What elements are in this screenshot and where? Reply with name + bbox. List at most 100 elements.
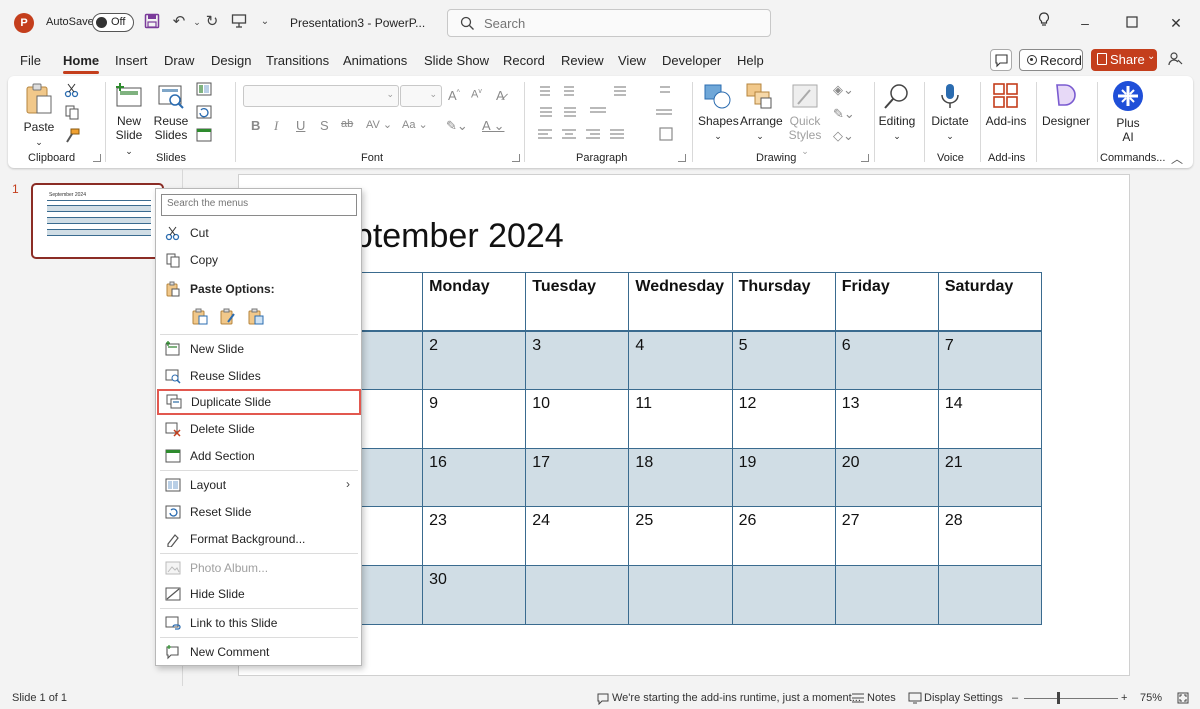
tab-design[interactable]: Design xyxy=(211,53,251,68)
menu-item-hide-slide[interactable]: Hide Slide xyxy=(156,581,361,607)
table-cell[interactable]: 23 xyxy=(422,506,527,566)
section-icon[interactable] xyxy=(196,128,212,144)
calendar-table[interactable]: day Monday Tuesday Wednesday Thursday Fr… xyxy=(318,272,1043,625)
table-cell[interactable] xyxy=(731,564,836,625)
paste-use-destination-theme-icon[interactable] xyxy=(191,308,209,326)
menu-item-reset-slide[interactable]: Reset Slide xyxy=(156,499,361,525)
table-cell[interactable]: 18 xyxy=(628,447,733,508)
slide-title[interactable]: eptember 2024 xyxy=(335,217,564,256)
autosave-toggle[interactable]: Off xyxy=(92,13,134,32)
table-cell[interactable]: 25 xyxy=(628,506,733,566)
tab-transitions[interactable]: Transitions xyxy=(266,53,329,68)
drawing-launcher-icon[interactable] xyxy=(861,154,869,162)
paste-keep-formatting-icon[interactable] xyxy=(219,308,237,326)
new-slide-button[interactable]: New Slide ⌄ xyxy=(111,82,147,158)
layout-icon[interactable] xyxy=(196,82,212,98)
close-icon[interactable]: ✕ xyxy=(1165,12,1187,34)
change-case-icon[interactable]: Aa ⌄ xyxy=(402,118,428,131)
table-header-cell[interactable]: Wednesday xyxy=(628,272,733,333)
comments-button[interactable] xyxy=(990,49,1012,71)
underline-icon[interactable]: U xyxy=(296,118,305,133)
menu-item-cut[interactable]: Cut xyxy=(156,220,361,246)
highlight-icon[interactable]: ✎⌄ xyxy=(446,118,468,134)
reuse-slides-button[interactable]: Reuse Slides xyxy=(153,82,189,142)
table-cell[interactable] xyxy=(525,564,630,625)
dictate-button[interactable]: Dictate ⌄ xyxy=(930,82,970,143)
table-header-cell[interactable]: Tuesday xyxy=(525,272,630,333)
editing-button[interactable]: Editing ⌄ xyxy=(878,82,916,143)
font-size-dropdown[interactable]: ⌄ xyxy=(400,85,442,107)
table-cell[interactable]: 12 xyxy=(731,389,836,449)
table-cell[interactable] xyxy=(937,564,1043,625)
strikethrough-icon[interactable]: ab xyxy=(341,118,353,130)
tab-developer[interactable]: Developer xyxy=(662,53,721,68)
tab-slide-show[interactable]: Slide Show xyxy=(424,53,489,68)
tab-review[interactable]: Review xyxy=(561,53,604,68)
copy-icon[interactable] xyxy=(64,104,80,120)
menu-item-new-slide[interactable]: New Slide xyxy=(156,336,361,362)
menu-search-box[interactable] xyxy=(161,194,357,216)
menu-item-delete-slide[interactable]: Delete Slide xyxy=(156,416,361,442)
tab-view[interactable]: View xyxy=(618,53,646,68)
tab-draw[interactable]: Draw xyxy=(164,53,194,68)
menu-item-duplicate-slide[interactable]: Duplicate Slide xyxy=(157,389,361,415)
character-spacing-icon[interactable]: AV ⌄ xyxy=(366,118,392,131)
zoom-slider-thumb[interactable] xyxy=(1057,692,1060,704)
table-cell[interactable]: 10 xyxy=(525,389,630,449)
zoom-out-button[interactable]: – xyxy=(1012,692,1018,704)
undo-icon[interactable]: ↶ xyxy=(170,13,188,31)
menu-item-copy[interactable]: Copy xyxy=(156,247,361,273)
zoom-slider-track[interactable] xyxy=(1024,698,1118,699)
font-name-dropdown[interactable]: ⌄ xyxy=(243,85,399,107)
lightbulb-icon[interactable] xyxy=(1033,12,1055,34)
table-cell[interactable]: 21 xyxy=(937,447,1043,508)
fit-slide-icon[interactable] xyxy=(1177,692,1189,707)
maximize-icon[interactable] xyxy=(1121,12,1143,34)
bold-icon[interactable]: B xyxy=(251,118,260,133)
table-cell[interactable]: 17 xyxy=(525,447,630,508)
table-cell[interactable]: 16 xyxy=(422,447,527,508)
table-header-cell[interactable]: Saturday xyxy=(937,272,1043,333)
collapse-ribbon-icon[interactable]: ︿ xyxy=(1171,150,1183,167)
menu-item-format-background[interactable]: Format Background... xyxy=(156,526,361,552)
document-title[interactable]: Presentation3 - PowerP... xyxy=(290,16,425,30)
menu-item-reuse-slides[interactable]: Reuse Slides xyxy=(156,363,361,389)
present-icon[interactable] xyxy=(230,13,248,31)
tab-file[interactable]: File xyxy=(20,53,41,68)
paste-button[interactable]: Paste ⌄ xyxy=(22,82,56,149)
display-settings-icon[interactable] xyxy=(908,692,922,707)
minimize-icon[interactable]: – xyxy=(1074,12,1096,34)
table-cell[interactable]: 27 xyxy=(834,506,939,566)
share-button[interactable]: Share ⌄ xyxy=(1091,49,1157,71)
display-settings-button[interactable]: Display Settings xyxy=(924,692,1003,704)
table-cell[interactable] xyxy=(628,564,733,625)
increase-font-icon[interactable]: A^ xyxy=(448,88,460,103)
menu-item-new-comment[interactable]: New Comment xyxy=(156,639,361,665)
table-header-cell[interactable]: Friday xyxy=(834,272,939,333)
decrease-font-icon[interactable]: Av xyxy=(471,88,482,101)
tab-help[interactable]: Help xyxy=(737,53,764,68)
table-cell[interactable]: 6 xyxy=(834,330,939,391)
table-cell[interactable]: 5 xyxy=(731,330,836,391)
shapes-button[interactable]: Shapes ⌄ xyxy=(698,82,739,143)
paragraph-launcher-icon[interactable] xyxy=(678,154,686,162)
shape-fill-icon[interactable]: ◈⌄ xyxy=(833,82,854,98)
font-launcher-icon[interactable] xyxy=(512,154,520,162)
tab-animations[interactable]: Animations xyxy=(343,53,407,68)
strikethrough-s-icon[interactable]: S xyxy=(320,118,329,133)
clear-formatting-icon[interactable]: A̷ xyxy=(496,88,505,103)
paste-picture-icon[interactable] xyxy=(247,308,265,326)
table-cell[interactable]: 3 xyxy=(525,330,630,391)
save-icon[interactable] xyxy=(143,13,161,31)
table-cell[interactable] xyxy=(834,564,939,625)
menu-item-add-section[interactable]: Add Section xyxy=(156,443,361,469)
table-cell[interactable]: 4 xyxy=(628,330,733,391)
notes-button[interactable]: Notes xyxy=(867,692,896,704)
slide-thumbnail[interactable]: September 2024 xyxy=(31,183,164,259)
cut-icon[interactable] xyxy=(64,82,80,98)
shape-effects-icon[interactable]: ◇⌄ xyxy=(833,128,854,144)
designer-button[interactable]: Designer xyxy=(1040,82,1092,128)
table-cell[interactable]: 11 xyxy=(628,389,733,449)
table-cell[interactable]: 2 xyxy=(422,330,527,391)
search-box[interactable] xyxy=(447,9,771,37)
